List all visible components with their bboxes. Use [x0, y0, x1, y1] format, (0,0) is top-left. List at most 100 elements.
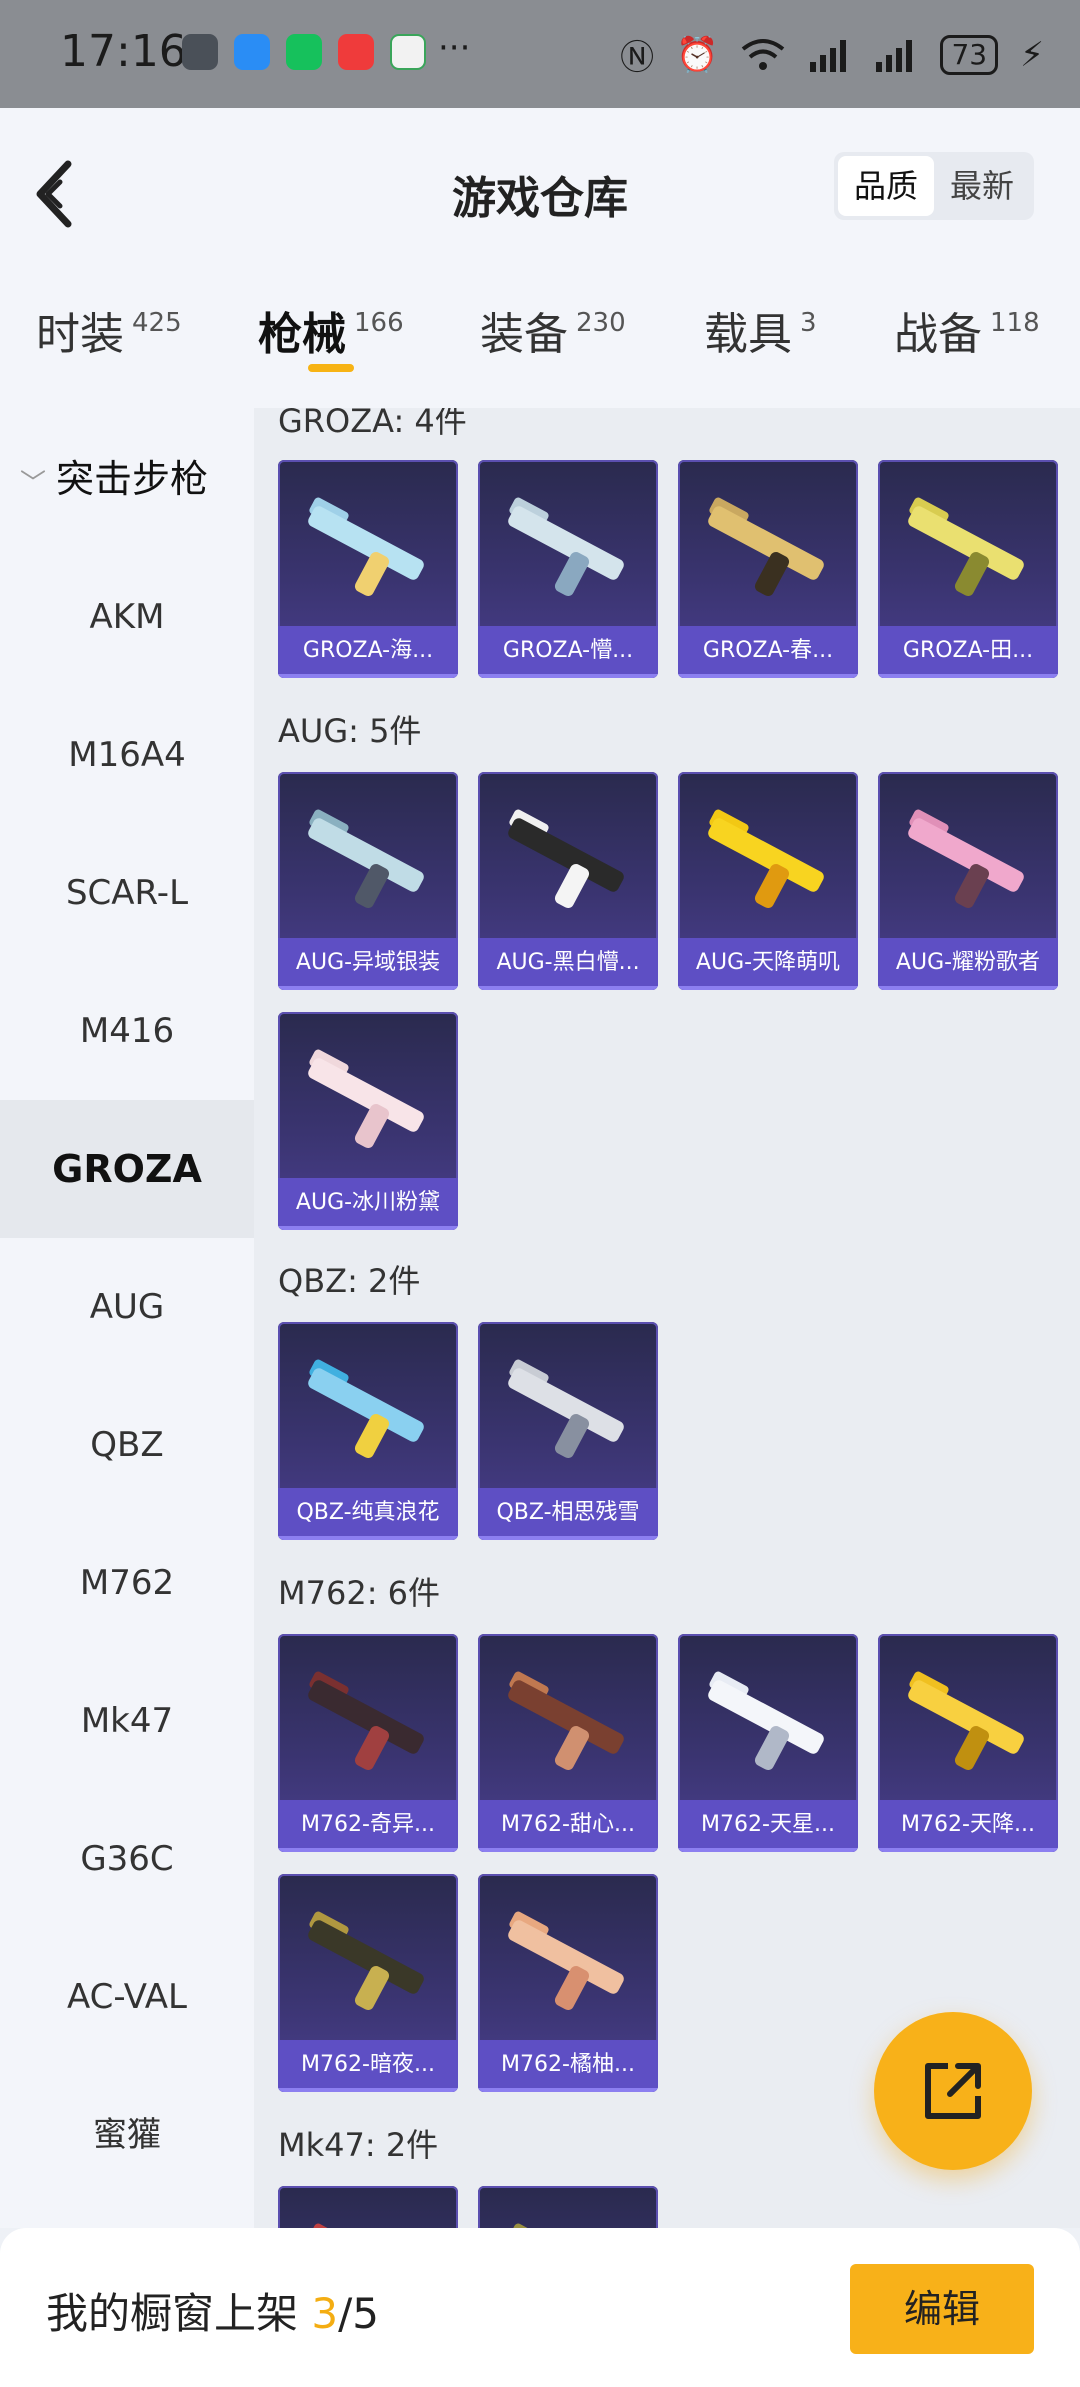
skin-name: QBZ-纯真浪花 [278, 1488, 458, 1540]
sidebar-item-m416[interactable]: M416 [0, 962, 254, 1100]
skin-card[interactable]: AUG-异域银装 [278, 772, 458, 990]
tab-count: 166 [354, 308, 404, 338]
sidebar-item-m762[interactable]: M762 [0, 1514, 254, 1652]
skin-card[interactable]: M762-甜心... [478, 1634, 658, 1852]
status-bar: 17:16 ··· Ⓝ ⏰ 73 ⚡ [0, 0, 1080, 108]
sidebar-item-aug[interactable]: AUG [0, 1238, 254, 1376]
weapon-image [304, 1046, 434, 1151]
sidebar-item-m16a4[interactable]: M16A4 [0, 686, 254, 824]
mail-app-icon [338, 34, 374, 70]
showcase-status: 我的橱窗上架 3/5 [46, 2280, 379, 2341]
skin-name: M762-天星... [678, 1800, 858, 1852]
skin-name: GROZA-懵... [478, 626, 658, 678]
showcase-current: 3 [311, 2289, 339, 2338]
weapon-image [504, 1356, 634, 1461]
skin-card[interactable] [478, 2186, 658, 2228]
tab-count: 3 [800, 308, 817, 338]
tab-fashion[interactable]: 时装 425 [36, 298, 182, 398]
tab-vehicles[interactable]: 载具 3 [704, 298, 817, 398]
skin-card[interactable]: AUG-天降萌叽 [678, 772, 858, 990]
weapon-image [304, 1356, 434, 1461]
weapon-image [304, 1668, 434, 1773]
skin-card[interactable]: GROZA-懵... [478, 460, 658, 678]
share-button[interactable] [874, 2012, 1032, 2170]
wechat-icon [286, 34, 322, 70]
skin-card[interactable]: GROZA-田... [878, 460, 1058, 678]
showcase-label: 我的橱窗上架 [46, 2289, 299, 2338]
sidebar-item-mk47[interactable]: Mk47 [0, 1652, 254, 1790]
sidebar-item-scar-l[interactable]: SCAR-L [0, 824, 254, 962]
share-icon [925, 2063, 981, 2119]
skin-name: AUG-异域银装 [278, 938, 458, 990]
tab-supplies[interactable]: 战备 118 [894, 298, 1040, 398]
weapon-image [504, 806, 634, 911]
weapon-image [704, 494, 834, 599]
header: 游戏仓库 品质 最新 时装 425 枪械 166 装备 230 载具 3 战备 118 [0, 108, 1080, 408]
weapon-image [304, 2220, 434, 2228]
weapon-image [504, 1908, 634, 2013]
section-title-qbz: QBZ: 2件 [278, 1262, 421, 1300]
skin-card[interactable]: GROZA-春... [678, 460, 858, 678]
weapon-image [504, 1668, 634, 1773]
nfc-icon: Ⓝ [620, 38, 655, 78]
sidebar-item-qbz[interactable]: QBZ [0, 1376, 254, 1514]
category-tabs: 时装 425 枪械 166 装备 230 载具 3 战备 118 [0, 298, 1080, 408]
weapon-image [704, 1668, 834, 1773]
showcase-separator: / [338, 2289, 353, 2338]
signal-icon-2 [876, 39, 913, 72]
weapon-image [504, 494, 634, 599]
skin-name: GROZA-春... [678, 626, 858, 678]
skin-card[interactable]: QBZ-纯真浪花 [278, 1322, 458, 1540]
skin-card[interactable]: AUG-冰川粉黛 [278, 1012, 458, 1230]
sort-toggle: 品质 最新 [834, 152, 1034, 220]
sidebar-group-assault-rifles[interactable]: ﹀ 突击步枪 [20, 448, 208, 503]
weapon-image [304, 1908, 434, 2013]
skin-name: M762-暗夜... [278, 2040, 458, 2092]
sort-by-newest[interactable]: 最新 [934, 156, 1030, 216]
sidebar-item-honey-badger[interactable]: 蜜獾 [0, 2066, 254, 2204]
skin-card[interactable]: M762-暗夜... [278, 1874, 458, 2092]
tab-label: 装备 [480, 309, 568, 360]
skin-card[interactable] [278, 2186, 458, 2228]
active-tab-indicator [308, 364, 354, 372]
weapon-type-sidebar: ﹀ 突击步枪 AKM M16A4 SCAR-L M416 GROZA AUG QB… [0, 408, 254, 2228]
alarm-icon: ⏰ [676, 34, 719, 75]
tab-count: 230 [576, 308, 626, 338]
showcase-total: 5 [352, 2289, 379, 2338]
skin-card[interactable]: M762-橘柚... [478, 1874, 658, 2092]
skin-card[interactable]: GROZA-海... [278, 460, 458, 678]
skin-name: M762-甜心... [478, 1800, 658, 1852]
weapon-image [904, 494, 1034, 599]
sidebar-item-akm[interactable]: AKM [0, 548, 254, 686]
skin-card[interactable]: AUG-黑白懵... [478, 772, 658, 990]
game-app-icon [182, 34, 218, 70]
charging-icon: ⚡ [1020, 34, 1044, 75]
sidebar-item-ac-val[interactable]: AC-VAL [0, 1928, 254, 2066]
more-notifications-icon: ··· [438, 28, 471, 68]
tab-label: 时装 [36, 309, 124, 360]
sidebar-item-g36c[interactable]: G36C [0, 1790, 254, 1928]
tab-label: 载具 [704, 309, 792, 360]
skin-name: AUG-耀粉歌者 [878, 938, 1058, 990]
skin-card[interactable]: AUG-耀粉歌者 [878, 772, 1058, 990]
skin-card[interactable]: QBZ-相思残雪 [478, 1322, 658, 1540]
weapon-image [504, 2220, 634, 2228]
weapon-skin-list: GROZA: 4件 GROZA-海... GROZA-懵... GROZA-春.… [254, 408, 1080, 2228]
sidebar-item-groza[interactable]: GROZA [0, 1100, 254, 1238]
weapon-image [904, 806, 1034, 911]
section-title-aug: AUG: 5件 [278, 712, 422, 750]
sort-by-quality[interactable]: 品质 [838, 156, 934, 216]
skin-card[interactable]: M762-奇异... [278, 1634, 458, 1852]
tab-label: 战备 [894, 309, 982, 360]
tab-firearms[interactable]: 枪械 166 [258, 298, 404, 398]
chat-app-icon [234, 34, 270, 70]
skin-card[interactable]: M762-天星... [678, 1634, 858, 1852]
tab-label: 枪械 [258, 309, 346, 360]
skin-card[interactable]: M762-天降... [878, 1634, 1058, 1852]
tab-count: 425 [132, 308, 182, 338]
skin-name: AUG-黑白懵... [478, 938, 658, 990]
tab-equipment[interactable]: 装备 230 [480, 298, 626, 398]
weapon-image [704, 806, 834, 911]
edit-button[interactable]: 编辑 [850, 2264, 1034, 2354]
wifi-icon [742, 38, 785, 70]
